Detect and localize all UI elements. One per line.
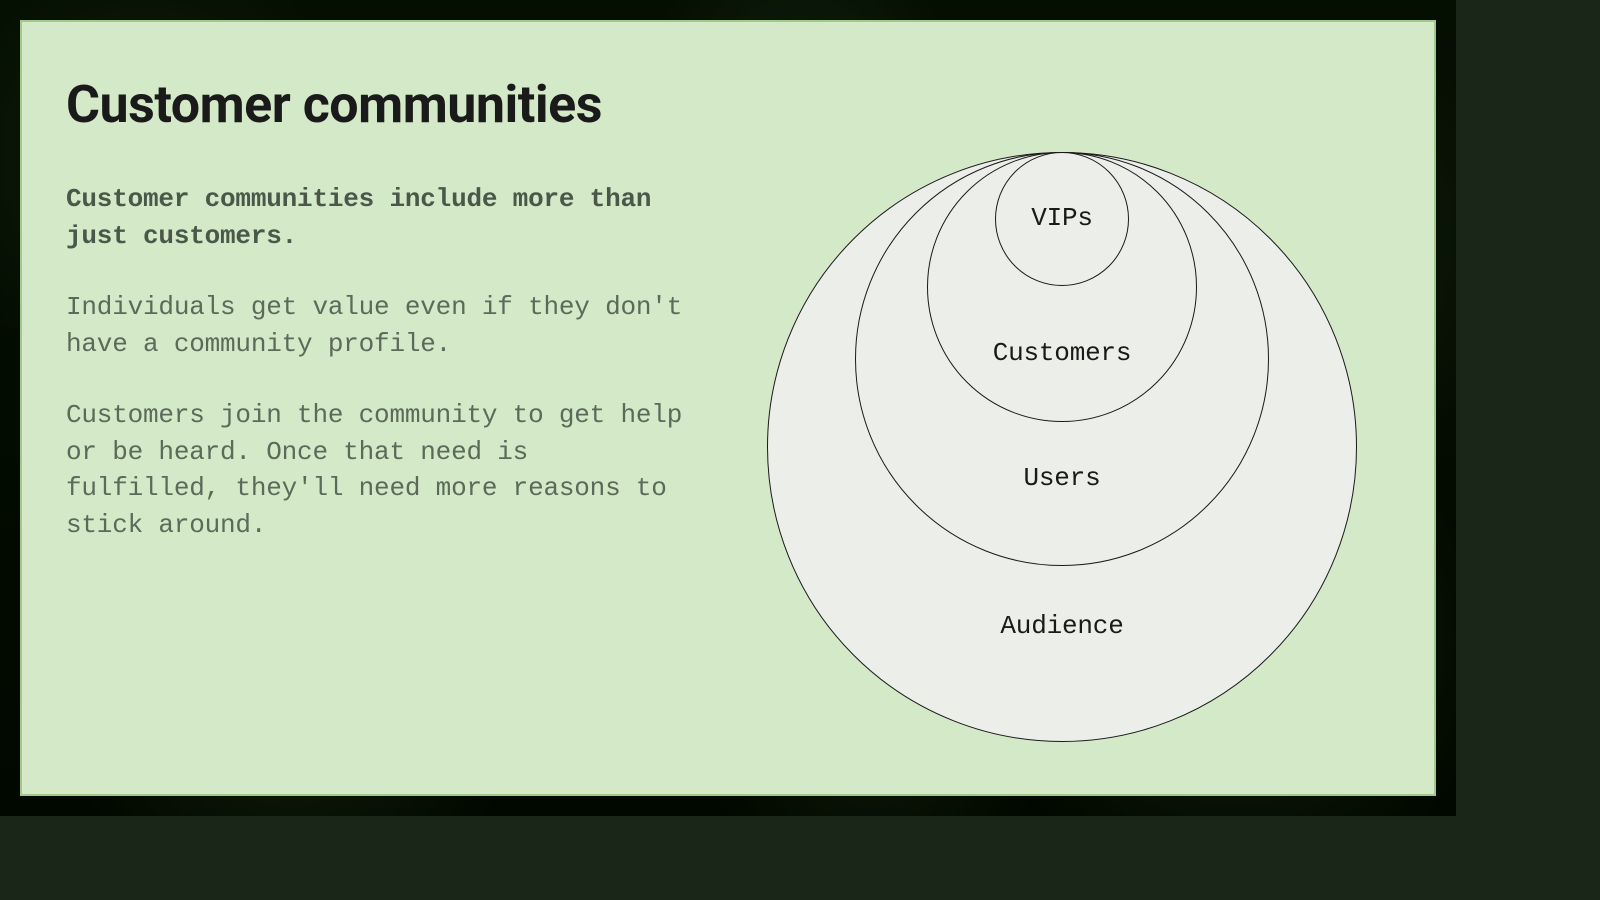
- lead-paragraph: Customer communities include more than j…: [66, 181, 686, 255]
- slide-content: Customer communities Customer communitie…: [22, 22, 1434, 794]
- ring-label-users: Users: [1023, 463, 1100, 493]
- slide-title: Customer communities: [66, 74, 686, 135]
- nested-circles-diagram: Audience Users Customers VIPs: [762, 152, 1362, 752]
- body-paragraph-1: Individuals get value even if they don't…: [66, 289, 686, 363]
- ring-vips: VIPs: [995, 152, 1129, 286]
- text-column: Customer communities Customer communitie…: [66, 74, 686, 578]
- body-paragraph-2: Customers join the community to get help…: [66, 397, 686, 545]
- ring-label-audience: Audience: [1000, 611, 1123, 641]
- ring-label-vips: VIPs: [1031, 203, 1093, 233]
- slide-card: Customer communities Customer communitie…: [20, 20, 1436, 796]
- ring-label-customers: Customers: [993, 338, 1132, 368]
